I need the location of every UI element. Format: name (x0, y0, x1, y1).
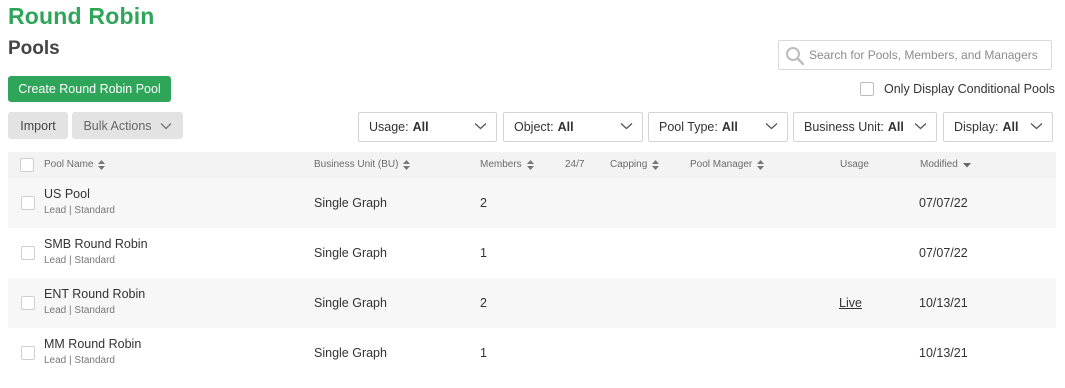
select-all-checkbox[interactable] (20, 158, 34, 172)
business-unit-cell: Single Graph (314, 346, 387, 360)
row-checkbox[interactable] (21, 196, 35, 210)
modified-cell: 07/07/22 (919, 196, 968, 210)
import-button[interactable]: Import (8, 112, 68, 139)
col-members[interactable]: Members (480, 159, 534, 170)
business-unit-filter-label: Business Unit: (804, 120, 884, 134)
members-cell: 2 (480, 296, 487, 310)
row-checkbox[interactable] (21, 346, 35, 360)
app-title: Round Robin (8, 3, 155, 29)
conditional-pools-label: Only Display Conditional Pools (884, 82, 1055, 96)
pool-name-link[interactable]: SMB Round Robin (44, 237, 148, 251)
table-row[interactable]: SMB Round Robin Lead | Standard Single G… (8, 228, 1056, 278)
table-row[interactable]: MM Round Robin Lead | Standard Single Gr… (8, 328, 1056, 378)
sort-desc-icon (962, 162, 971, 167)
business-unit-filter[interactable]: Business Unit: All (793, 112, 937, 142)
modified-cell: 10/13/21 (919, 346, 968, 360)
display-filter-label: Display: (954, 120, 999, 134)
row-checkbox[interactable] (21, 246, 35, 260)
display-filter-value: All (1002, 120, 1019, 134)
pool-type-filter-label: Pool Type: (659, 120, 718, 134)
pool-type: Lead | Standard (44, 205, 115, 216)
chevron-down-icon (474, 123, 487, 130)
display-filter[interactable]: Display: All (943, 112, 1053, 142)
col-pool-manager[interactable]: Pool Manager (690, 159, 765, 170)
chevron-down-icon (620, 123, 633, 130)
members-cell: 1 (480, 346, 487, 360)
table-row[interactable]: ENT Round Robin Lead | Standard Single G… (8, 278, 1056, 328)
bulk-actions-label: Bulk Actions (83, 118, 152, 133)
business-unit-filter-value: All (887, 120, 904, 134)
members-cell: 2 (480, 196, 487, 210)
search-box[interactable] (778, 40, 1052, 70)
row-checkbox[interactable] (21, 296, 35, 310)
col-pool-name-label: Pool Name (44, 159, 94, 170)
create-pool-button[interactable]: Create Round Robin Pool (8, 76, 171, 102)
page-title: Pools (8, 38, 60, 59)
pool-type: Lead | Standard (44, 355, 115, 366)
table-row[interactable]: US Pool Lead | Standard Single Graph 2 0… (8, 178, 1056, 228)
usage-filter-value: All (412, 120, 429, 134)
business-unit-cell: Single Graph (314, 196, 387, 210)
object-filter-label: Object: (514, 120, 554, 134)
usage-live-link[interactable]: Live (839, 296, 862, 310)
col-capping-label: Capping (610, 159, 648, 170)
sort-icon (98, 159, 106, 170)
pool-type-filter[interactable]: Pool Type: All (648, 112, 788, 142)
col-usage-label: Usage (840, 159, 869, 170)
bulk-actions-button[interactable]: Bulk Actions (72, 112, 183, 139)
chevron-down-icon (1030, 123, 1043, 130)
col-24-7: 24/7 (565, 159, 584, 170)
sort-icon (652, 159, 660, 170)
col-modified-label: Modified (920, 159, 958, 170)
col-pool-name[interactable]: Pool Name (44, 159, 106, 170)
usage-filter[interactable]: Usage: All (358, 112, 497, 142)
business-unit-cell: Single Graph (314, 246, 387, 260)
chevron-down-icon (765, 123, 778, 130)
pool-type: Lead | Standard (44, 305, 115, 316)
sort-icon (526, 159, 534, 170)
pool-name-link[interactable]: MM Round Robin (44, 337, 141, 351)
chevron-down-icon (914, 123, 927, 130)
chevron-down-icon (160, 122, 172, 129)
col-modified[interactable]: Modified (920, 159, 971, 170)
modified-cell: 07/07/22 (919, 246, 968, 260)
pool-name-link[interactable]: ENT Round Robin (44, 287, 145, 301)
pool-name-link[interactable]: US Pool (44, 187, 90, 201)
col-members-label: Members (480, 159, 522, 170)
search-input[interactable] (809, 41, 1047, 69)
table-header: Pool Name Business Unit (BU) Members 24/… (8, 152, 1056, 178)
conditional-pools-checkbox[interactable] (860, 82, 874, 96)
col-pool-manager-label: Pool Manager (690, 159, 753, 170)
members-cell: 1 (480, 246, 487, 260)
pool-type-filter-value: All (721, 120, 738, 134)
conditional-pools-toggle[interactable]: Only Display Conditional Pools (860, 82, 1055, 96)
pool-type: Lead | Standard (44, 255, 115, 266)
sort-icon (757, 159, 765, 170)
search-icon (786, 47, 805, 66)
col-capping[interactable]: Capping (610, 159, 660, 170)
object-filter[interactable]: Object: All (503, 112, 643, 142)
business-unit-cell: Single Graph (314, 296, 387, 310)
modified-cell: 10/13/21 (919, 296, 968, 310)
object-filter-value: All (557, 120, 574, 134)
col-24-7-label: 24/7 (565, 159, 585, 170)
usage-filter-label: Usage: (369, 120, 409, 134)
col-usage: Usage (840, 159, 869, 170)
sort-icon (403, 159, 411, 170)
col-business-unit-label: Business Unit (BU) (314, 159, 399, 170)
col-business-unit[interactable]: Business Unit (BU) (314, 159, 411, 170)
